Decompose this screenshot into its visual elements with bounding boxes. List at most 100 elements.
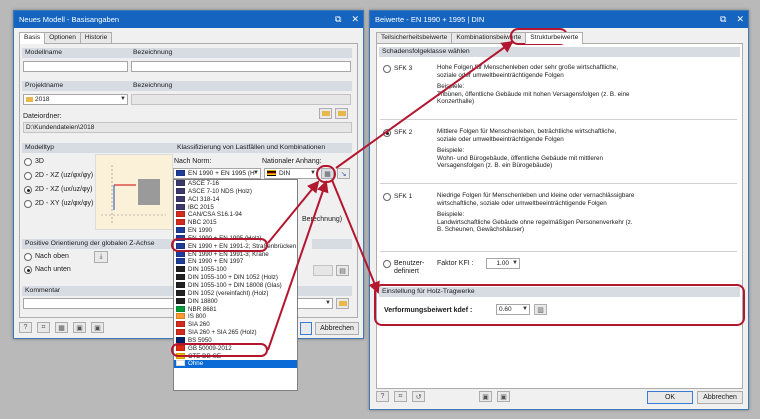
restore-icon[interactable]: ⧉ — [335, 11, 341, 28]
radio-2d-xz[interactable] — [24, 186, 32, 194]
radio-nach-oben[interactable] — [24, 253, 32, 261]
help-icon: ? — [380, 393, 385, 400]
norm-option[interactable]: ASCE 7-16 — [174, 180, 297, 188]
radio-sfk-3[interactable] — [383, 65, 391, 73]
radio-benutzerdefiniert[interactable] — [383, 260, 391, 268]
close-icon[interactable]: ✕ — [351, 11, 359, 28]
norm-option[interactable]: DIN 1055-100 — [174, 266, 297, 274]
anhang-select[interactable]: DIN ▼ — [264, 168, 318, 179]
sfk-separator — [380, 183, 737, 184]
norm-option[interactable]: NBC 2015 — [174, 219, 297, 227]
flag-icon — [176, 219, 185, 226]
tab-struktur[interactable]: Strukturbeiwerte — [525, 32, 584, 44]
norm-option[interactable]: NBR 8681 — [174, 305, 297, 314]
cancel-button-left[interactable]: Abbrechen — [315, 322, 359, 335]
tab-teilsicherheit[interactable]: Teilsicherheitsbeiwerte — [376, 32, 453, 43]
close-icon[interactable]: ✕ — [736, 11, 744, 28]
left-title: Neues Modell - Basisangaben — [19, 15, 120, 24]
label-2d-xz-rot: 2D - XZ (uz/φx/φy) — [35, 172, 94, 179]
sfk-separator — [380, 119, 737, 120]
faktor-input[interactable]: 1.00 ▼ — [486, 258, 520, 269]
ring-edit-button — [316, 165, 336, 183]
r-help-button[interactable]: ? — [376, 391, 389, 402]
projekt-select[interactable]: 2018 ▼ — [23, 94, 128, 105]
norm-option[interactable]: DIN 1052 (vereinfacht) (Holz) — [174, 289, 297, 298]
radio-sfk-2[interactable] — [383, 129, 391, 137]
ruler-icon: ⌗ — [41, 323, 46, 331]
norm-option[interactable]: EN 1990 + EN 1997 — [174, 258, 297, 266]
modellname-input[interactable] — [23, 61, 128, 72]
tab-optionen[interactable]: Optionen — [44, 32, 81, 43]
sfk-text-line: Versagensfolgen (z. B. ein Bürogebäude) — [437, 162, 553, 170]
sfk-label: SFK 3 — [394, 65, 413, 72]
ok-button-left[interactable] — [300, 322, 312, 335]
flag-icon — [176, 187, 185, 194]
ring-holz — [374, 284, 745, 326]
sfk-text-line: B. Scheunen, Gewächshäuser) — [437, 226, 525, 234]
modellname-header: Modellname — [22, 48, 130, 58]
flag-icon — [176, 180, 185, 186]
folder-plus-icon — [321, 111, 330, 116]
open-folder-button[interactable] — [335, 108, 348, 119]
flag-icon — [176, 336, 185, 343]
berechnung-label: Berechnung) — [302, 216, 343, 223]
norm-option[interactable]: ASCE 7-10 NDS (Holz) — [174, 187, 297, 196]
kommentar-button[interactable] — [336, 298, 349, 309]
tab-basis[interactable]: Basis — [19, 32, 46, 44]
sfk-text-line: wirtschaftliche, soziale oder umweltbeei… — [437, 199, 607, 207]
norm-option[interactable]: DIN 18800 — [174, 297, 297, 306]
r-units-button[interactable]: ⌗ — [394, 391, 407, 402]
right-title: Beiwerte - EN 1990 + 1995 | DIN — [375, 15, 485, 24]
r-default-button[interactable]: ↺ — [412, 391, 425, 402]
norm-option[interactable]: ACI 318-14 — [174, 195, 297, 204]
norm-option[interactable]: DIN 1055-100 + DIN 18008 (Glas) — [174, 281, 297, 290]
projektname-header: Projektname — [22, 81, 130, 91]
norm-value: EN 1990 + EN 1995 (H — [188, 170, 255, 177]
grid-icon: ▦ — [58, 324, 65, 332]
modelltyp-header: Modelltyp — [22, 143, 176, 153]
norm-option[interactable]: SIA 260 — [174, 321, 297, 329]
right-titlebar[interactable]: Beiwerte - EN 1990 + 1995 | DIN ⧉ ✕ — [370, 11, 748, 28]
norm-option[interactable]: CAN/CSA S16.1-94 — [174, 211, 297, 219]
radio-sfk-1[interactable] — [383, 193, 391, 201]
radio-2d-xy[interactable] — [24, 200, 32, 208]
info-button[interactable]: ↘ — [337, 168, 350, 179]
norm-select[interactable]: EN 1990 + EN 1995 (H ▼ — [173, 168, 261, 179]
new-folder-button[interactable] — [319, 108, 332, 119]
norm-dropdown-list[interactable]: ASCE 7-16 ASCE 7-10 NDS (Holz) ACI 318-14 I… — [173, 179, 298, 391]
cancel-button[interactable]: Abbrechen — [697, 391, 743, 404]
table-icon: ▤ — [339, 267, 346, 275]
details-button[interactable]: ▦ — [55, 322, 68, 333]
norm-option[interactable]: DIN 1055-100 + DIN 1052 (Holz) — [174, 274, 297, 282]
norm-option[interactable]: EN 1990 — [174, 227, 297, 235]
units-button[interactable]: ⌗ — [37, 322, 50, 333]
radio-nach-unten[interactable] — [24, 266, 32, 274]
norm-option[interactable]: SIA 260 + SIA 265 (Holz) — [174, 329, 297, 337]
benutzer-label-1: Benutzer- — [394, 260, 425, 267]
radio-2d-xz-rot[interactable] — [24, 172, 32, 180]
save-icon: ▣ — [482, 393, 489, 401]
label-3d: 3D — [35, 158, 44, 165]
norm-option[interactable]: IS 800 — [174, 313, 297, 321]
left-titlebar[interactable]: Neues Modell - Basisangaben ⧉ ✕ — [14, 11, 363, 28]
eu-flag-icon — [176, 170, 185, 176]
save-defaults-button[interactable]: ▣ — [73, 322, 86, 333]
radio-3d[interactable] — [24, 158, 32, 166]
bezeichnung-input[interactable] — [131, 61, 351, 72]
load-defaults-button[interactable]: ▣ — [91, 322, 104, 333]
r-load-button[interactable]: ▣ — [497, 391, 510, 402]
norm-option[interactable]: Ohne — [174, 360, 297, 369]
norm-option-label: CAN/CSA S16.1-94 — [188, 211, 242, 219]
chevron-down-icon: ▼ — [120, 96, 126, 102]
tab-historie[interactable]: Historie — [79, 32, 113, 43]
r-save-button[interactable]: ▣ — [479, 391, 492, 402]
ok-button[interactable]: OK — [647, 391, 693, 404]
flag-icon — [176, 195, 185, 202]
norm-option[interactable]: IBC 2015 — [174, 203, 297, 212]
axis-icon: ⤓ — [99, 253, 103, 260]
flag-icon — [176, 321, 185, 328]
norm-option-label: SIA 260 + SIA 265 (Holz) — [188, 329, 257, 337]
restore-icon[interactable]: ⧉ — [720, 11, 726, 28]
z-preview-button: ⤓ — [94, 251, 108, 263]
help-button[interactable]: ? — [19, 322, 32, 333]
